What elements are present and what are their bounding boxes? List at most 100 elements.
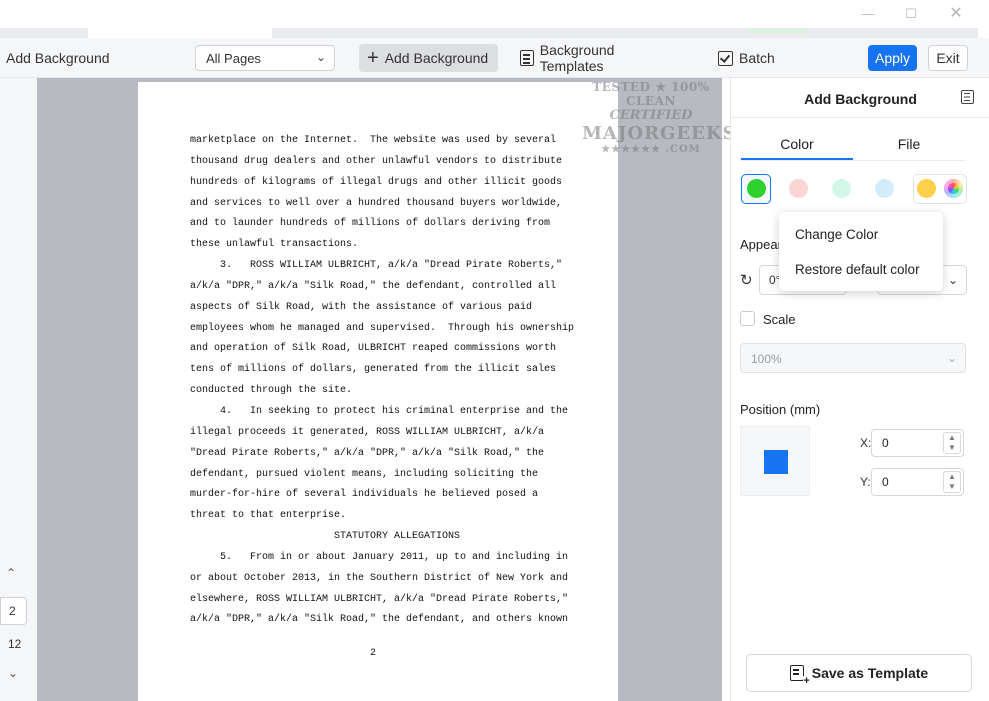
settings-panel: Add Background Color File Appear ↻ 0° ⌄ … bbox=[730, 78, 989, 701]
page-range-select[interactable]: All Pages ⌄ bbox=[195, 45, 335, 71]
document-line: STATUTORY ALLEGATIONS bbox=[190, 531, 461, 543]
watermark-line: MAJORGEEKS bbox=[582, 123, 737, 144]
document-line: illegal proceeds it generated, ROSS WILL… bbox=[190, 426, 545, 438]
scale-checkbox[interactable] bbox=[740, 311, 755, 326]
menu-item-change-color[interactable]: Change Color bbox=[795, 227, 878, 242]
document-line: these unlawful transactions. bbox=[190, 239, 359, 251]
color-context-menu: Change Color Restore default color bbox=[779, 212, 943, 291]
position-anchor-grid[interactable] bbox=[740, 426, 810, 496]
document-line: employees whom he managed and supervised… bbox=[190, 322, 575, 334]
document-line: threat to that enterprise. bbox=[190, 510, 347, 522]
batch-check-icon bbox=[718, 50, 733, 66]
save-as-template-label: Save as Template bbox=[811, 665, 929, 681]
document-line: conducted through the site. bbox=[190, 385, 353, 397]
title-tab-main bbox=[272, 28, 978, 38]
close-icon[interactable]: ✕ bbox=[944, 4, 968, 24]
document-line: a/k/a "DPR," a/k/a "Silk Road," the defe… bbox=[190, 614, 569, 626]
document-viewer[interactable]: marketplace on the Internet. The website… bbox=[37, 78, 722, 701]
x-label: X: bbox=[860, 436, 872, 450]
chevron-down-icon: ⌄ bbox=[315, 50, 326, 64]
document-line: 3. ROSS WILLIAM ULBRICHT, a/k/a "Dread P… bbox=[190, 260, 563, 272]
chevron-down-icon[interactable]: ⌄ bbox=[8, 666, 18, 680]
save-as-template-button[interactable]: Save as Template bbox=[746, 654, 972, 692]
plus-icon: + bbox=[367, 47, 379, 69]
apply-button[interactable]: Apply bbox=[868, 45, 917, 71]
watermark-line: ★★★★★★ .COM bbox=[601, 144, 701, 155]
document-line: elsewhere, ROSS WILLIAM ULBRICHT, a/k/a … bbox=[190, 593, 569, 605]
color-picker-icon[interactable] bbox=[944, 179, 963, 198]
document-line: aspects of Silk Road, with the assistanc… bbox=[190, 301, 533, 313]
divider bbox=[731, 117, 989, 118]
background-templates-label: Background Templates bbox=[539, 42, 615, 74]
chevron-down-icon: ⌄ bbox=[946, 351, 957, 365]
x-value: 0 bbox=[882, 436, 889, 450]
document-line: or about October 2013, in the Southern D… bbox=[190, 572, 569, 584]
tab-color[interactable]: Color bbox=[741, 136, 853, 152]
tool-title: Add Background bbox=[6, 50, 110, 66]
document-line: a/k/a "DPR," a/k/a "Silk Road," the defe… bbox=[190, 280, 557, 292]
title-tab-left bbox=[0, 28, 88, 38]
document-page: marketplace on the Internet. The website… bbox=[138, 82, 618, 701]
watermark-line: CERTIFIED bbox=[609, 108, 693, 123]
add-background-label: Add Background bbox=[384, 50, 489, 66]
document-line: and operation of Silk Road, ULBRICHT rea… bbox=[190, 343, 557, 355]
position-anchor-center[interactable] bbox=[764, 450, 788, 474]
document-line: murder-for-hire of several individuals h… bbox=[190, 489, 539, 501]
batch-button[interactable]: Batch bbox=[710, 44, 790, 72]
template-list-icon bbox=[520, 50, 534, 66]
document-text: marketplace on the Internet. The website… bbox=[190, 131, 575, 631]
y-label: Y: bbox=[860, 475, 871, 489]
document-line: thousand drug dealers and other unlawful… bbox=[190, 155, 563, 167]
background-templates-button[interactable]: Background Templates bbox=[512, 42, 687, 74]
page-range-value: All Pages bbox=[206, 51, 261, 66]
chevron-down-icon: ⌄ bbox=[947, 273, 958, 287]
scale-value: 100% bbox=[751, 352, 782, 366]
document-line: 4. In seeking to protect his criminal en… bbox=[190, 405, 569, 417]
current-page-input[interactable]: 2 bbox=[0, 597, 27, 625]
maximize-icon[interactable]: ☐ bbox=[899, 4, 923, 24]
menu-item-restore-default-color[interactable]: Restore default color bbox=[795, 262, 920, 277]
exit-button[interactable]: Exit bbox=[928, 45, 968, 71]
document-line: hundreds of kilograms of illegal drugs a… bbox=[190, 176, 563, 188]
title-bar: — ☐ ✕ bbox=[0, 0, 989, 38]
color-swatch-yellow[interactable] bbox=[917, 179, 936, 198]
y-input[interactable]: 0 ▲ ▼ bbox=[871, 468, 964, 496]
color-swatch-mint[interactable] bbox=[832, 179, 851, 198]
panel-title: Add Background bbox=[804, 91, 917, 107]
document-line: and services to well over a hundred thou… bbox=[190, 197, 563, 209]
x-input[interactable]: 0 ▲ ▼ bbox=[871, 429, 964, 457]
document-line: defendant, pursued violent means, includ… bbox=[190, 468, 539, 480]
active-tab-indicator bbox=[741, 158, 853, 160]
watermark-line: TESTED ★ 100% CLEAN bbox=[592, 80, 710, 108]
batch-label: Batch bbox=[739, 50, 775, 66]
tab-divider bbox=[741, 160, 965, 161]
title-status-indicator bbox=[748, 29, 808, 33]
position-label: Position (mm) bbox=[740, 402, 821, 417]
document-line: "Dread Pirate Roberts," a/k/a "DPR," a/k… bbox=[190, 447, 545, 459]
y-value: 0 bbox=[882, 475, 889, 489]
x-stepper[interactable]: ▲ ▼ bbox=[943, 432, 961, 454]
tab-file[interactable]: File bbox=[853, 136, 965, 152]
total-pages: 12 bbox=[8, 637, 22, 651]
document-line: 5. From in or about January 2011, up to … bbox=[190, 551, 569, 563]
rotate-icon: ↻ bbox=[740, 272, 753, 289]
page-number: 2 bbox=[370, 648, 377, 659]
scale-select[interactable]: 100% ⌄ bbox=[740, 343, 966, 373]
save-template-icon bbox=[789, 665, 810, 687]
majorgeeks-watermark: TESTED ★ 100% CLEAN CERTIFIED MAJORGEEKS… bbox=[582, 78, 737, 158]
document-line: and to launder hundreds of millions of d… bbox=[190, 218, 551, 230]
appearance-label: Appear bbox=[740, 237, 782, 252]
chevron-up-icon[interactable]: ⌃ bbox=[6, 566, 16, 580]
color-swatch-green[interactable] bbox=[747, 179, 766, 198]
toolbar: Add Background All Pages ⌄ + Add Backgro… bbox=[0, 38, 989, 78]
document-line: tens of millions of dollars, generated f… bbox=[190, 364, 557, 376]
color-swatch-light-blue[interactable] bbox=[875, 179, 894, 198]
minimize-icon[interactable]: — bbox=[856, 4, 880, 24]
y-stepper[interactable]: ▲ ▼ bbox=[943, 471, 961, 493]
page-navigator: ⌃ 2 12 ⌄ bbox=[0, 78, 37, 701]
color-swatch-pink[interactable] bbox=[789, 179, 808, 198]
scale-label: Scale bbox=[763, 312, 796, 327]
document-line: marketplace on the Internet. The website… bbox=[190, 135, 557, 146]
add-background-button[interactable]: + Add Background bbox=[359, 44, 498, 72]
list-icon[interactable] bbox=[961, 90, 974, 104]
